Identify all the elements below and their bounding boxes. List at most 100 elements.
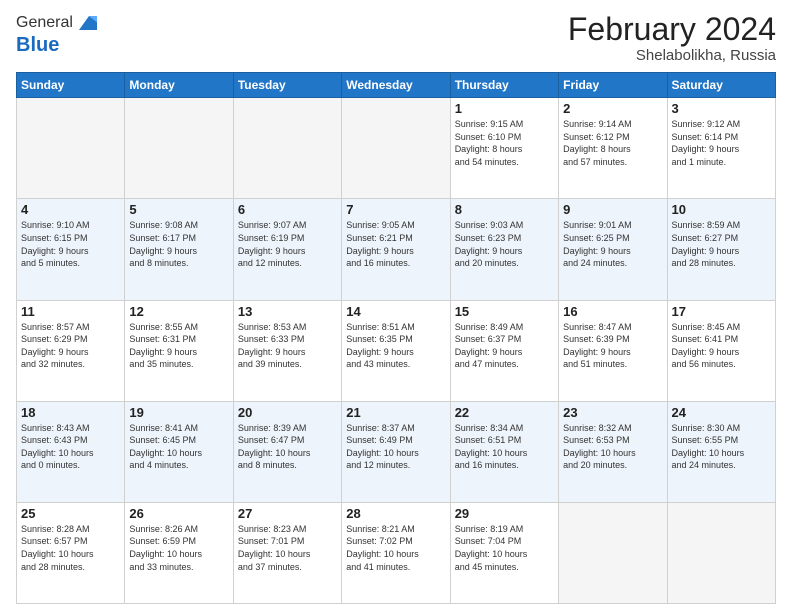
day-number: 29	[455, 506, 554, 521]
day-info: Sunrise: 9:15 AM Sunset: 6:10 PM Dayligh…	[455, 118, 554, 168]
day-info: Sunrise: 8:37 AM Sunset: 6:49 PM Dayligh…	[346, 422, 445, 472]
day-info: Sunrise: 8:30 AM Sunset: 6:55 PM Dayligh…	[672, 422, 771, 472]
calendar-week-row: 25 Sunrise: 8:28 AM Sunset: 6:57 PM Dayli…	[17, 502, 776, 603]
day-number: 16	[563, 304, 662, 319]
day-info: Sunrise: 8:34 AM Sunset: 6:51 PM Dayligh…	[455, 422, 554, 472]
calendar-week-row: 18 Sunrise: 8:43 AM Sunset: 6:43 PM Dayli…	[17, 401, 776, 502]
calendar-cell: 22 Sunrise: 8:34 AM Sunset: 6:51 PM Dayli…	[450, 401, 558, 502]
calendar-cell	[17, 98, 125, 199]
day-number: 4	[21, 202, 120, 217]
day-info: Sunrise: 9:05 AM Sunset: 6:21 PM Dayligh…	[346, 219, 445, 269]
calendar-cell: 3 Sunrise: 9:12 AM Sunset: 6:14 PM Daylig…	[667, 98, 775, 199]
calendar-cell: 18 Sunrise: 8:43 AM Sunset: 6:43 PM Dayli…	[17, 401, 125, 502]
day-info: Sunrise: 8:45 AM Sunset: 6:41 PM Dayligh…	[672, 321, 771, 371]
calendar-cell: 17 Sunrise: 8:45 AM Sunset: 6:41 PM Dayli…	[667, 300, 775, 401]
calendar-cell: 7 Sunrise: 9:05 AM Sunset: 6:21 PM Daylig…	[342, 199, 450, 300]
day-info: Sunrise: 8:28 AM Sunset: 6:57 PM Dayligh…	[21, 523, 120, 573]
day-number: 8	[455, 202, 554, 217]
day-info: Sunrise: 8:19 AM Sunset: 7:04 PM Dayligh…	[455, 523, 554, 573]
calendar-cell: 20 Sunrise: 8:39 AM Sunset: 6:47 PM Dayli…	[233, 401, 341, 502]
calendar-cell: 23 Sunrise: 8:32 AM Sunset: 6:53 PM Dayli…	[559, 401, 667, 502]
day-info: Sunrise: 8:55 AM Sunset: 6:31 PM Dayligh…	[129, 321, 228, 371]
title-block: February 2024 Shelabolikha, Russia	[568, 12, 776, 64]
weekday-header: Thursday	[450, 73, 558, 98]
day-number: 2	[563, 101, 662, 116]
day-info: Sunrise: 8:32 AM Sunset: 6:53 PM Dayligh…	[563, 422, 662, 472]
calendar-cell: 2 Sunrise: 9:14 AM Sunset: 6:12 PM Daylig…	[559, 98, 667, 199]
day-number: 25	[21, 506, 120, 521]
day-number: 24	[672, 405, 771, 420]
calendar-cell: 5 Sunrise: 9:08 AM Sunset: 6:17 PM Daylig…	[125, 199, 233, 300]
day-info: Sunrise: 8:26 AM Sunset: 6:59 PM Dayligh…	[129, 523, 228, 573]
day-number: 21	[346, 405, 445, 420]
day-info: Sunrise: 9:07 AM Sunset: 6:19 PM Dayligh…	[238, 219, 337, 269]
day-info: Sunrise: 9:01 AM Sunset: 6:25 PM Dayligh…	[563, 219, 662, 269]
day-number: 12	[129, 304, 228, 319]
calendar-cell: 12 Sunrise: 8:55 AM Sunset: 6:31 PM Dayli…	[125, 300, 233, 401]
day-number: 3	[672, 101, 771, 116]
day-info: Sunrise: 9:10 AM Sunset: 6:15 PM Dayligh…	[21, 219, 120, 269]
calendar-cell: 11 Sunrise: 8:57 AM Sunset: 6:29 PM Dayli…	[17, 300, 125, 401]
weekday-header: Saturday	[667, 73, 775, 98]
day-number: 7	[346, 202, 445, 217]
day-info: Sunrise: 8:47 AM Sunset: 6:39 PM Dayligh…	[563, 321, 662, 371]
calendar-cell: 16 Sunrise: 8:47 AM Sunset: 6:39 PM Dayli…	[559, 300, 667, 401]
weekday-header: Wednesday	[342, 73, 450, 98]
day-number: 22	[455, 405, 554, 420]
calendar-cell: 28 Sunrise: 8:21 AM Sunset: 7:02 PM Dayli…	[342, 502, 450, 603]
calendar-cell: 24 Sunrise: 8:30 AM Sunset: 6:55 PM Dayli…	[667, 401, 775, 502]
day-info: Sunrise: 8:39 AM Sunset: 6:47 PM Dayligh…	[238, 422, 337, 472]
calendar-cell: 19 Sunrise: 8:41 AM Sunset: 6:45 PM Dayli…	[125, 401, 233, 502]
day-number: 13	[238, 304, 337, 319]
calendar-cell: 21 Sunrise: 8:37 AM Sunset: 6:49 PM Dayli…	[342, 401, 450, 502]
day-number: 10	[672, 202, 771, 217]
day-info: Sunrise: 8:21 AM Sunset: 7:02 PM Dayligh…	[346, 523, 445, 573]
day-number: 1	[455, 101, 554, 116]
header: General Blue February 2024 Shelabolikha,…	[16, 12, 776, 64]
day-number: 14	[346, 304, 445, 319]
calendar-cell: 25 Sunrise: 8:28 AM Sunset: 6:57 PM Dayli…	[17, 502, 125, 603]
day-info: Sunrise: 9:08 AM Sunset: 6:17 PM Dayligh…	[129, 219, 228, 269]
calendar-cell	[559, 502, 667, 603]
day-info: Sunrise: 8:57 AM Sunset: 6:29 PM Dayligh…	[21, 321, 120, 371]
day-info: Sunrise: 9:14 AM Sunset: 6:12 PM Dayligh…	[563, 118, 662, 168]
day-number: 6	[238, 202, 337, 217]
day-info: Sunrise: 8:51 AM Sunset: 6:35 PM Dayligh…	[346, 321, 445, 371]
day-number: 28	[346, 506, 445, 521]
day-number: 11	[21, 304, 120, 319]
day-info: Sunrise: 8:59 AM Sunset: 6:27 PM Dayligh…	[672, 219, 771, 269]
calendar-cell	[125, 98, 233, 199]
calendar-cell: 9 Sunrise: 9:01 AM Sunset: 6:25 PM Daylig…	[559, 199, 667, 300]
day-number: 26	[129, 506, 228, 521]
weekday-header: Friday	[559, 73, 667, 98]
day-number: 17	[672, 304, 771, 319]
day-info: Sunrise: 9:12 AM Sunset: 6:14 PM Dayligh…	[672, 118, 771, 168]
weekday-header: Tuesday	[233, 73, 341, 98]
weekday-header: Sunday	[17, 73, 125, 98]
day-info: Sunrise: 8:43 AM Sunset: 6:43 PM Dayligh…	[21, 422, 120, 472]
logo-general-text: General	[16, 14, 73, 32]
calendar-subtitle: Shelabolikha, Russia	[568, 47, 776, 64]
day-number: 9	[563, 202, 662, 217]
calendar-cell: 4 Sunrise: 9:10 AM Sunset: 6:15 PM Daylig…	[17, 199, 125, 300]
day-number: 23	[563, 405, 662, 420]
day-number: 20	[238, 405, 337, 420]
calendar-title: February 2024	[568, 12, 776, 47]
day-number: 5	[129, 202, 228, 217]
day-number: 19	[129, 405, 228, 420]
calendar-week-row: 4 Sunrise: 9:10 AM Sunset: 6:15 PM Daylig…	[17, 199, 776, 300]
day-number: 27	[238, 506, 337, 521]
calendar-cell	[667, 502, 775, 603]
calendar-cell: 1 Sunrise: 9:15 AM Sunset: 6:10 PM Daylig…	[450, 98, 558, 199]
calendar-cell: 6 Sunrise: 9:07 AM Sunset: 6:19 PM Daylig…	[233, 199, 341, 300]
page: General Blue February 2024 Shelabolikha,…	[0, 0, 792, 612]
calendar-header-row: SundayMondayTuesdayWednesdayThursdayFrid…	[17, 73, 776, 98]
day-info: Sunrise: 8:53 AM Sunset: 6:33 PM Dayligh…	[238, 321, 337, 371]
day-number: 18	[21, 405, 120, 420]
day-number: 15	[455, 304, 554, 319]
calendar-table: SundayMondayTuesdayWednesdayThursdayFrid…	[16, 72, 776, 604]
calendar-cell: 10 Sunrise: 8:59 AM Sunset: 6:27 PM Dayli…	[667, 199, 775, 300]
day-info: Sunrise: 8:41 AM Sunset: 6:45 PM Dayligh…	[129, 422, 228, 472]
calendar-cell: 15Sunrise: 8:49 AM Sunset: 6:37 PM Dayli…	[450, 300, 558, 401]
logo-icon	[75, 12, 97, 34]
